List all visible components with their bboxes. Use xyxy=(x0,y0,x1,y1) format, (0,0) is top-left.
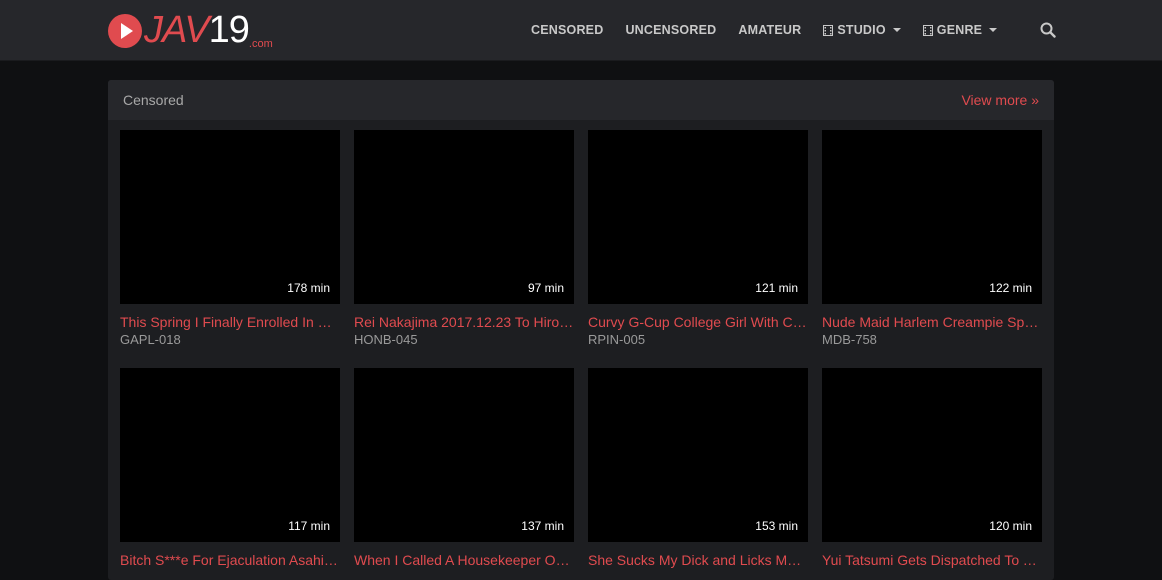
video-card[interactable]: 121 min Curvy G-Cup College Girl With Co… xyxy=(588,130,808,347)
video-thumbnail[interactable]: 137 min xyxy=(354,368,574,542)
section-header: Censored View more » xyxy=(108,80,1054,120)
search-button[interactable] xyxy=(1040,22,1056,38)
logo-text-jav: JAV xyxy=(144,9,210,51)
video-duration: 120 min xyxy=(989,519,1032,533)
play-icon xyxy=(108,14,142,48)
video-duration: 117 min xyxy=(288,519,330,533)
video-duration: 153 min xyxy=(755,519,798,533)
film-icon xyxy=(922,24,933,36)
nav-genre-dropdown[interactable]: GENRE xyxy=(912,23,1008,37)
search-icon xyxy=(1040,22,1056,38)
video-duration: 122 min xyxy=(989,281,1032,295)
video-code: MDB-758 xyxy=(822,332,877,347)
video-card[interactable]: 97 min Rei Nakajima 2017.12.23 To Hirosh… xyxy=(354,130,574,347)
video-title-link[interactable]: Nude Maid Harlem Creampie Special xyxy=(822,314,1042,330)
section-title: Censored xyxy=(123,92,184,108)
video-code: RPIN-005 xyxy=(588,332,646,347)
view-more-link[interactable]: View more » xyxy=(961,92,1039,108)
video-title-link[interactable]: Bitch S***e For Ejaculation Asahi Mizuno xyxy=(120,552,340,568)
video-code: GAPL-018 xyxy=(120,332,181,347)
nav-studio-dropdown[interactable]: STUDIO xyxy=(812,23,911,37)
top-navbar: JAV 19 .com CENSORED UNCENSORED AMATEUR … xyxy=(0,0,1162,61)
main-nav: CENSORED UNCENSORED AMATEUR STUDIO GENRE xyxy=(520,0,1008,60)
nav-amateur-label: AMATEUR xyxy=(738,23,802,37)
video-thumbnail[interactable]: 178 min xyxy=(120,130,340,304)
video-card[interactable]: 178 min This Spring I Finally Enrolled I… xyxy=(120,130,340,347)
nav-censored[interactable]: CENSORED xyxy=(520,23,614,37)
film-icon xyxy=(823,24,834,36)
nav-amateur[interactable]: AMATEUR xyxy=(727,23,812,37)
video-card[interactable]: 137 min When I Called A Housekeeper Over… xyxy=(354,368,574,570)
nav-uncensored-label: UNCENSORED xyxy=(625,23,717,37)
video-card[interactable]: 120 min Yui Tatsumi Gets Dispatched To Y… xyxy=(822,368,1042,570)
nav-studio-label: STUDIO xyxy=(837,23,886,37)
video-title-link[interactable]: When I Called A Housekeeper Over To Clea… xyxy=(354,552,574,568)
video-title-link[interactable]: Rei Nakajima 2017.12.23 To Hiroshi Aged … xyxy=(354,314,574,330)
video-card[interactable]: 122 min Nude Maid Harlem Creampie Specia… xyxy=(822,130,1042,347)
video-code: HONB-045 xyxy=(354,332,418,347)
video-card[interactable]: 153 min She Sucks My Dick and Licks My B… xyxy=(588,368,808,570)
video-thumbnail[interactable]: 121 min xyxy=(588,130,808,304)
video-title-link[interactable]: Curvy G-Cup College Girl With Colossal T… xyxy=(588,314,808,330)
logo-text-domain: .com xyxy=(248,38,273,50)
video-thumbnail[interactable]: 122 min xyxy=(822,130,1042,304)
video-thumbnail[interactable]: 97 min xyxy=(354,130,574,304)
caret-down-icon xyxy=(892,28,901,32)
video-title-link[interactable]: This Spring I Finally Enrolled In Colleg… xyxy=(120,314,340,330)
video-card[interactable]: 117 min Bitch S***e For Ejaculation Asah… xyxy=(120,368,340,570)
video-duration: 137 min xyxy=(521,519,564,533)
video-thumbnail[interactable]: 117 min xyxy=(120,368,340,542)
video-duration: 178 min xyxy=(287,281,330,295)
site-logo[interactable]: JAV 19 .com xyxy=(108,9,273,52)
nav-uncensored[interactable]: UNCENSORED xyxy=(614,23,727,37)
nav-censored-label: CENSORED xyxy=(531,23,604,37)
caret-down-icon xyxy=(989,28,998,32)
censored-section: Censored View more » 178 min This Spring… xyxy=(108,80,1054,580)
logo-text-number: 19 xyxy=(208,9,250,51)
video-thumbnail[interactable]: 153 min xyxy=(588,368,808,542)
video-duration: 121 min xyxy=(755,281,798,295)
video-thumbnail[interactable]: 120 min xyxy=(822,368,1042,542)
nav-genre-label: GENRE xyxy=(936,23,983,37)
video-duration: 97 min xyxy=(527,281,564,295)
video-title-link[interactable]: Yui Tatsumi Gets Dispatched To Your Home xyxy=(822,552,1042,568)
video-title-link[interactable]: She Sucks My Dick and Licks My Balls xyxy=(588,552,808,568)
